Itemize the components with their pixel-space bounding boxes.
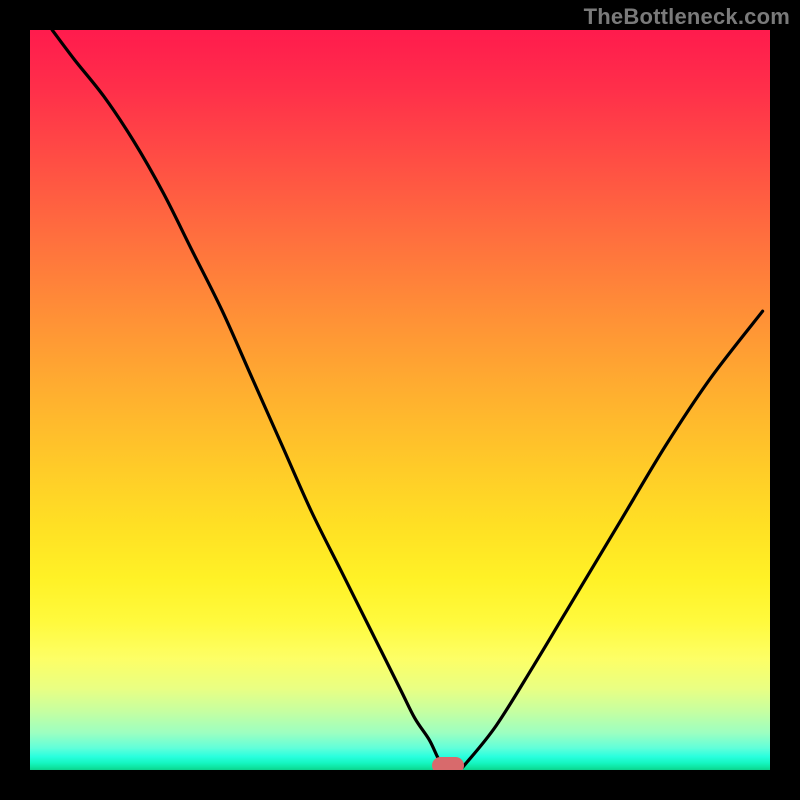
plot-area [30, 30, 770, 770]
chart-frame: TheBottleneck.com [0, 0, 800, 800]
attribution-text: TheBottleneck.com [584, 4, 790, 30]
curve-path [52, 30, 762, 770]
bottleneck-curve [30, 30, 770, 770]
optimal-point-marker [432, 757, 465, 770]
